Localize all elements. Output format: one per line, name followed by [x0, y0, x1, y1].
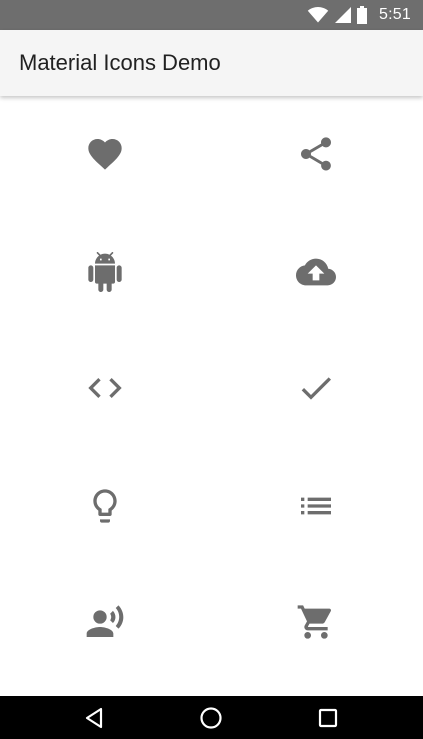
navigation-bar — [0, 696, 423, 739]
app-bar: Material Icons Demo — [0, 30, 423, 96]
recent-apps-button[interactable] — [298, 696, 358, 739]
record-voice-icon[interactable] — [75, 592, 135, 652]
back-button[interactable] — [64, 696, 124, 739]
status-bar: 5:51 — [0, 0, 423, 30]
cloud-upload-icon[interactable] — [286, 242, 346, 302]
share-icon[interactable] — [286, 124, 346, 184]
back-icon — [85, 707, 103, 728]
icon-grid — [0, 96, 423, 696]
lightbulb-icon[interactable] — [75, 476, 135, 536]
battery-icon — [357, 6, 368, 24]
favorite-icon[interactable] — [75, 124, 135, 184]
code-icon[interactable] — [75, 358, 135, 418]
list-icon[interactable] — [286, 476, 346, 536]
recent-apps-icon — [318, 708, 338, 727]
shopping-cart-icon[interactable] — [286, 592, 346, 652]
app-title: Material Icons Demo — [19, 50, 221, 75]
signal-icon — [335, 7, 352, 23]
android-icon[interactable] — [75, 242, 135, 302]
wifi-icon — [307, 7, 329, 23]
status-icons: 5:51 — [307, 0, 411, 30]
status-time: 5:51 — [379, 6, 411, 23]
home-icon — [200, 706, 222, 729]
check-icon[interactable] — [286, 358, 346, 418]
home-button[interactable] — [181, 696, 241, 739]
